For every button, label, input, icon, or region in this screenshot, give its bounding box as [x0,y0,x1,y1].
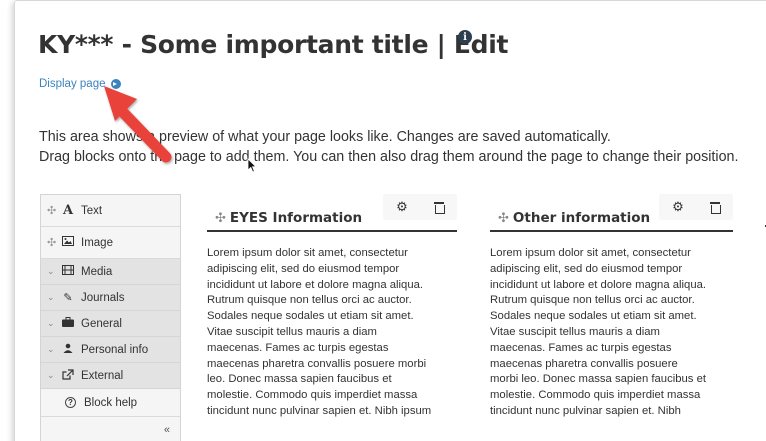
sidebar-item-label: Text [81,204,103,217]
content-block-other[interactable]: ✣ Other information ⚙ Lorem ipsum dolor … [490,194,733,420]
body-line: molestie. Commodo quis imperdiet massa [207,389,418,402]
sidebar-item-general[interactable]: ⌄ General [41,311,180,337]
move-handle-icon[interactable]: ✣ [498,210,509,226]
body-line: maecenas. Fames ac turpis egestas [490,341,672,354]
body-line: incididunt ut labore et dolore magna ali… [490,278,707,291]
body-line: adipiscing elit, sed do eiusmod tempor [490,262,683,275]
page-title: KY*** - Some important title | Edit [38,30,509,59]
body-line: incididunt ut labore et dolore magna ali… [207,278,424,291]
text-icon: A [62,203,74,218]
trash-icon[interactable] [433,201,445,214]
user-icon [59,343,77,356]
body-line: Rutrum quisque non tellus orci ac auctor… [490,294,695,307]
drag-handle-icon: ✣ [47,205,57,217]
info-circle-icon[interactable]: i [458,30,472,44]
body-line: molestie. Commodo quis imperdiet massa [490,389,701,402]
gear-icon[interactable]: ⚙ [672,199,684,215]
body-line: adipiscing elit, sed do eiusmod tempor [207,262,400,275]
sidebar-item-label: Media [81,265,113,278]
body-line: Vitae suscipit tellus mauris a diam [207,325,377,338]
block-header[interactable]: ✣ EYES Information ⚙ [207,194,457,232]
block-body: Lorem ipsum dolor sit amet, consectetur … [490,232,733,420]
mouse-cursor-icon [247,158,257,173]
block-header[interactable]: ✣ Other information ⚙ [490,194,733,232]
block-title: EYES Information [229,209,363,226]
body-line: morbi leo. Donec massa sapien faucibus e… [490,373,707,386]
gear-icon[interactable]: ⚙ [396,199,408,215]
film-icon [59,265,77,278]
chevron-down-icon: ⌄ [47,266,55,276]
body-line: Sodales neque sodales ut etiam sit amet. [490,310,697,323]
briefcase-icon [59,317,77,330]
arrow-circle-right-icon [111,79,122,89]
sidebar-item-journals[interactable]: ⌄ ✎ Journals [41,285,180,311]
body-line: tincidunt nunc pulvinar sapien et. Nibh … [207,404,432,417]
collapse-sidebar-button[interactable]: « [41,417,180,441]
body-line: Lorem ipsum dolor sit amet, consectetur [207,247,408,259]
sidebar-item-text[interactable]: ✣ A Text [41,195,180,227]
block-title: Other information [512,209,651,226]
chevron-down-icon: ⌄ [47,292,55,302]
display-page-link[interactable]: Display page [39,78,122,90]
body-line: maecenas pharetra convallis posuere [490,357,678,370]
display-page-label: Display page [39,78,106,90]
trash-icon[interactable] [709,201,721,214]
body-line: Sodales neque sodales ut etiam sit amet. [207,310,414,323]
sidebar-item-label: Personal info [81,343,149,356]
body-line: maecenas pharetra convallis posuere morb… [207,357,427,370]
body-line: Rutrum quisque non tellus orci ac auctor… [207,294,412,307]
body-line: Vitae suscipit tellus mauris a diam [490,325,660,338]
block-sidebar: ✣ A Text ✣ Image ⌄ Media ⌄ ✎ Journals ⌄ … [40,194,181,441]
content-block-eyes[interactable]: ✣ EYES Information ⚙ Lorem ipsum dolor s… [207,194,457,420]
block-controls: ⚙ [383,194,457,220]
block-body: Lorem ipsum dolor sit amet, consectetur … [207,232,457,420]
external-link-icon [59,368,77,383]
image-icon [59,236,77,249]
move-handle-icon[interactable]: ✣ [215,210,226,226]
intro-text: This area shows a preview of what your p… [39,127,738,167]
block-controls: ⚙ [659,194,733,220]
sidebar-item-media[interactable]: ⌄ Media [41,259,180,285]
intro-line: This area shows a preview of what your p… [39,129,611,145]
block-help-link[interactable]: ? Block help [41,389,180,417]
chevron-down-icon: ⌄ [47,344,55,354]
body-line: tincidunt nunc pulvinar sapien et. Nibh [490,404,681,417]
sidebar-item-label: General [81,317,122,330]
chevron-down-icon: ⌄ [47,318,55,328]
chevron-down-icon: ⌄ [47,370,55,380]
intro-line: Drag blocks onto the page to add them. Y… [39,149,739,165]
sidebar-item-image[interactable]: ✣ Image [41,227,180,259]
sidebar-item-label: Journals [81,291,125,304]
question-circle-icon: ? [65,397,76,408]
body-line: Lorem ipsum dolor sit amet, consectetur [490,247,691,259]
body-line: maecenas. Fames ac turpis egestas [207,341,389,354]
drag-handle-icon: ✣ [47,237,57,249]
sidebar-item-label: External [81,369,124,382]
body-line: leo. Donec massa sapien faucibus et [207,373,392,386]
pencil-icon: ✎ [63,292,73,304]
sidebar-item-external[interactable]: ⌄ External [41,363,180,389]
block-help-label: Block help [84,396,138,409]
sidebar-item-label: Image [81,236,113,249]
sidebar-item-personal-info[interactable]: ⌄ Personal info [41,337,180,363]
